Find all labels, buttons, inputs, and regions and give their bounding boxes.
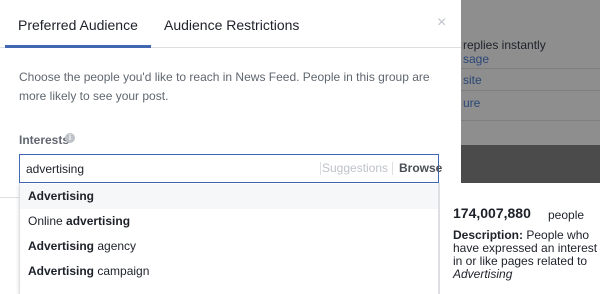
option-rest: campaign [94, 264, 150, 278]
interests-search-box: Suggestions Browse [19, 154, 442, 183]
description-label: Description: [453, 228, 524, 242]
tab-bar: Preferred Audience Audience Restrictions… [0, 0, 461, 48]
background-link-ure: ure [463, 96, 481, 110]
separator [320, 162, 321, 175]
audience-size-unit: people [548, 208, 585, 222]
suggestions-dropdown: Advertising Online advertising Advertisi… [19, 183, 439, 294]
separator [392, 162, 393, 175]
option-rest: agency [94, 239, 137, 253]
interest-description: Description: People who have expressed a… [453, 229, 600, 281]
audience-size-panel: 174,007,880 people Description: People w… [439, 183, 600, 294]
dropdown-option-online-advertising[interactable]: Online advertising [20, 209, 438, 234]
background-divider [461, 90, 600, 91]
background-link-message: sage [463, 52, 490, 66]
info-icon[interactable]: i [65, 133, 75, 143]
option-match: Advertising [28, 264, 95, 278]
option-match: Advertising [28, 239, 95, 253]
dropdown-option-advertising[interactable]: Advertising [20, 184, 438, 209]
browse-link[interactable]: Browse [399, 161, 442, 175]
background-divider [461, 120, 600, 121]
audience-dialog: Preferred Audience Audience Restrictions… [0, 0, 461, 294]
audience-description: Choose the people you'd like to reach in… [19, 70, 430, 103]
background-divider [461, 68, 600, 69]
close-icon[interactable]: × [437, 14, 446, 32]
suggestions-link[interactable]: Suggestions [322, 161, 388, 175]
tab-audience-restrictions[interactable]: Audience Restrictions [164, 17, 299, 33]
dropdown-option-advertising-campaign[interactable]: Advertising campaign [20, 259, 438, 284]
tab-preferred-audience[interactable]: Preferred Audience [18, 17, 138, 33]
interests-search-input[interactable] [26, 161, 316, 177]
option-match: Advertising [28, 189, 95, 203]
background-card: replies instantly sage site ure [461, 0, 600, 145]
background-text-replies: replies instantly [463, 38, 546, 52]
audience-size-value: 174,007,880 [453, 205, 531, 221]
interests-label: Interests [19, 133, 70, 147]
description-term: Advertising [453, 267, 513, 281]
option-prefix: Online [28, 214, 67, 228]
option-match: advertising [66, 214, 131, 228]
active-tab-indicator [5, 45, 151, 48]
dropdown-option-advertising-agency[interactable]: Advertising agency [20, 234, 438, 259]
background-link-site: site [463, 73, 482, 87]
